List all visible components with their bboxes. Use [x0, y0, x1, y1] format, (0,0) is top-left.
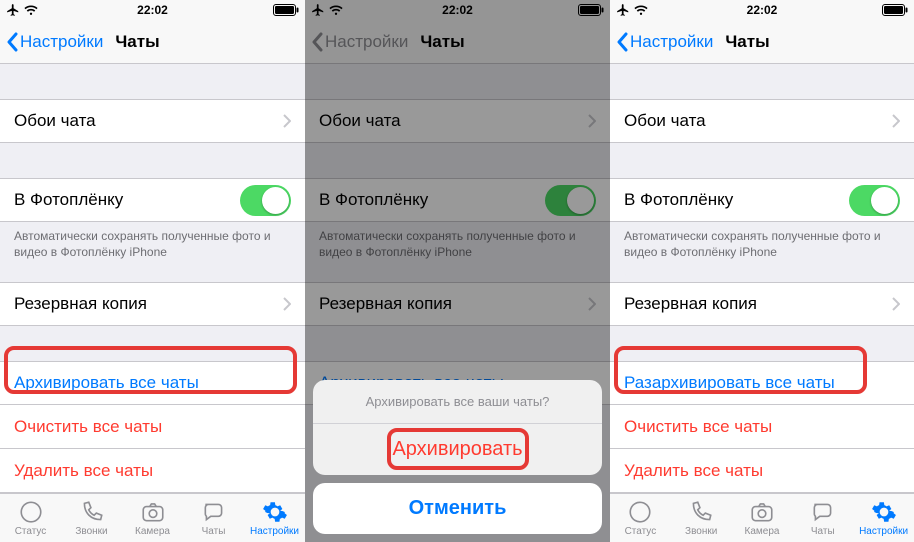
- row-label: Резервная копия: [624, 294, 757, 314]
- tab-bar: Статус Звонки Камера Чаты Настройки: [610, 493, 914, 542]
- phone-icon: [79, 499, 105, 525]
- phone-screen-3: 22:02 Настройки Чаты Обои чата В Фотоплё…: [610, 0, 914, 542]
- chevron-right-icon: [283, 114, 291, 128]
- row-label: Обои чата: [14, 111, 96, 131]
- status-bar: 22:02: [0, 0, 305, 20]
- row-label: В Фотоплёнку: [624, 190, 733, 210]
- status-icon: [627, 499, 653, 525]
- row-backup[interactable]: Резервная копия: [610, 282, 914, 326]
- tab-label: Камера: [135, 526, 170, 537]
- back-button[interactable]: Настройки: [610, 32, 713, 52]
- camera-roll-toggle[interactable]: [240, 185, 291, 216]
- chevron-right-icon: [892, 297, 900, 311]
- tab-chats[interactable]: Чаты: [183, 494, 244, 542]
- tab-label: Камера: [745, 526, 780, 537]
- status-icon: [18, 499, 44, 525]
- phone-icon: [688, 499, 714, 525]
- row-backup[interactable]: Резервная копия: [0, 282, 305, 326]
- tab-calls[interactable]: Звонки: [671, 494, 732, 542]
- row-label: В Фотоплёнку: [14, 190, 123, 210]
- gear-icon: [262, 499, 288, 525]
- row-label: Очистить все чаты: [624, 417, 772, 437]
- row-label: Обои чата: [624, 111, 706, 131]
- nav-title: Чаты: [713, 32, 769, 52]
- nav-title: Чаты: [103, 32, 159, 52]
- action-sheet: Архивировать все ваши чаты? Архивировать…: [313, 380, 602, 534]
- chevron-left-icon: [6, 32, 18, 52]
- chats-icon: [201, 499, 227, 525]
- tab-label: Чаты: [202, 526, 226, 537]
- back-label: Настройки: [630, 32, 713, 52]
- sheet-archive-label: Архивировать: [392, 438, 522, 460]
- row-label: Разархивировать все чаты: [624, 373, 835, 393]
- back-label: Настройки: [20, 32, 103, 52]
- tab-status[interactable]: Статус: [0, 494, 61, 542]
- sheet-archive-button[interactable]: Архивировать: [313, 424, 602, 475]
- gear-icon: [871, 499, 897, 525]
- tab-label: Звонки: [685, 526, 717, 537]
- status-bar: 22:02: [610, 0, 914, 20]
- tab-camera[interactable]: Камера: [732, 494, 793, 542]
- chevron-right-icon: [283, 297, 291, 311]
- tab-label: Статус: [625, 526, 657, 537]
- tab-camera[interactable]: Камера: [122, 494, 183, 542]
- camera-icon: [140, 499, 166, 525]
- camera-roll-note: Автоматически сохранять полученные фото …: [0, 222, 305, 260]
- phone-screen-1: 22:02 Настройки Чаты Обои чата В Фотоплё…: [0, 0, 305, 542]
- tab-label: Настройки: [250, 526, 299, 537]
- back-button[interactable]: Настройки: [0, 32, 103, 52]
- camera-icon: [749, 499, 775, 525]
- row-unarchive-all[interactable]: Разархивировать все чаты: [610, 361, 914, 405]
- tab-label: Статус: [15, 526, 47, 537]
- chats-icon: [810, 499, 836, 525]
- row-label: Удалить все чаты: [624, 461, 763, 481]
- status-time: 22:02: [0, 3, 305, 17]
- camera-roll-note: Автоматически сохранять полученные фото …: [610, 222, 914, 260]
- row-delete-all[interactable]: Удалить все чаты: [610, 449, 914, 493]
- sheet-cancel-label: Отменить: [409, 497, 507, 519]
- row-camera-roll[interactable]: В Фотоплёнку: [0, 178, 305, 222]
- tab-chats[interactable]: Чаты: [792, 494, 853, 542]
- sheet-cancel-button[interactable]: Отменить: [313, 483, 602, 534]
- nav-bar: Настройки Чаты: [610, 20, 914, 64]
- row-delete-all[interactable]: Удалить все чаты: [0, 449, 305, 493]
- row-archive-all[interactable]: Архивировать все чаты: [0, 361, 305, 405]
- row-wallpaper[interactable]: Обои чата: [610, 99, 914, 143]
- tab-calls[interactable]: Звонки: [61, 494, 122, 542]
- row-label: Резервная копия: [14, 294, 147, 314]
- tab-label: Чаты: [811, 526, 835, 537]
- row-camera-roll[interactable]: В Фотоплёнку: [610, 178, 914, 222]
- status-time: 22:02: [610, 3, 914, 17]
- phone-screen-2: 22:02 Настройки Чаты Обои чата В Фотоплё…: [305, 0, 610, 542]
- tab-settings[interactable]: Настройки: [244, 494, 305, 542]
- tab-settings[interactable]: Настройки: [853, 494, 914, 542]
- sheet-title: Архивировать все ваши чаты?: [313, 380, 602, 424]
- tab-label: Звонки: [75, 526, 107, 537]
- camera-roll-toggle[interactable]: [849, 185, 900, 216]
- row-clear-all[interactable]: Очистить все чаты: [0, 405, 305, 449]
- nav-bar: Настройки Чаты: [0, 20, 305, 64]
- chevron-left-icon: [616, 32, 628, 52]
- tab-label: Настройки: [859, 526, 908, 537]
- chevron-right-icon: [892, 114, 900, 128]
- row-label: Очистить все чаты: [14, 417, 162, 437]
- row-wallpaper[interactable]: Обои чата: [0, 99, 305, 143]
- row-clear-all[interactable]: Очистить все чаты: [610, 405, 914, 449]
- tab-bar: Статус Звонки Камера Чаты Настройки: [0, 493, 305, 542]
- row-label: Архивировать все чаты: [14, 373, 199, 393]
- tab-status[interactable]: Статус: [610, 494, 671, 542]
- row-label: Удалить все чаты: [14, 461, 153, 481]
